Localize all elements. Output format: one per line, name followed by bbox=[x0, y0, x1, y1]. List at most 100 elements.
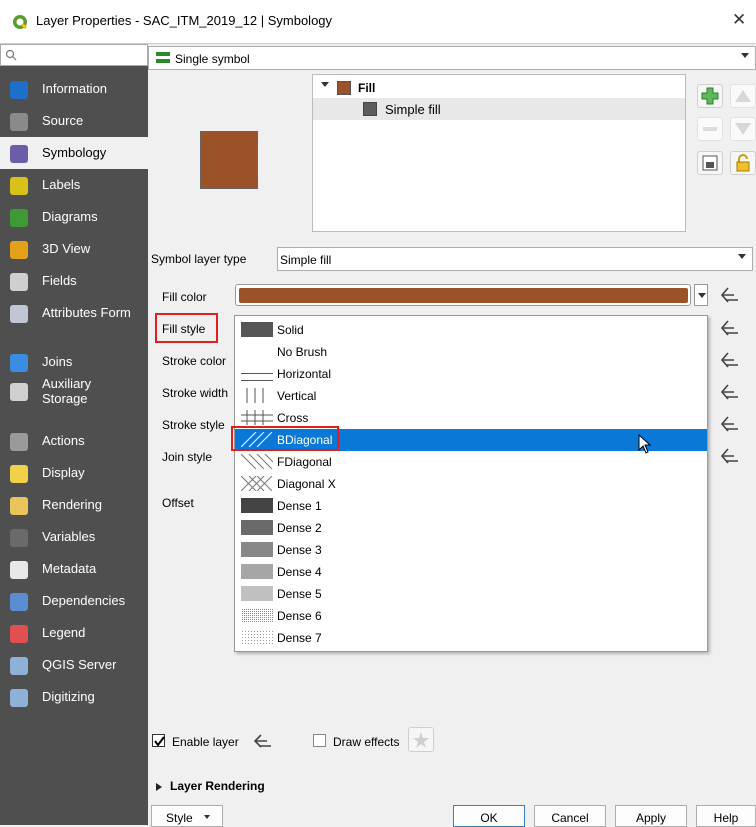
fill-style-option[interactable]: Dense 1 bbox=[235, 495, 707, 517]
lock-icon bbox=[736, 154, 750, 172]
fill-style-option[interactable]: Dense 7 bbox=[235, 627, 707, 649]
symbol-layer-type-combo[interactable]: Simple fill bbox=[277, 247, 753, 271]
data-defined-icon bbox=[720, 416, 738, 432]
data-defined-override-button[interactable] bbox=[716, 381, 742, 403]
data-defined-override-button[interactable] bbox=[716, 349, 742, 371]
close-button[interactable]: ✕ bbox=[732, 10, 746, 30]
auxiliary-storage-icon bbox=[10, 383, 28, 401]
sidebar-search-input[interactable] bbox=[0, 44, 148, 66]
fill-style-option[interactable]: Solid bbox=[235, 319, 707, 341]
fill-style-option[interactable]: Diagonal X bbox=[235, 473, 707, 495]
ok-button[interactable]: OK bbox=[453, 805, 525, 827]
tree-item-fill[interactable]: Fill bbox=[313, 78, 685, 98]
fill-style-option[interactable]: Dense 6 bbox=[235, 605, 707, 627]
fill-style-option[interactable]: Horizontal bbox=[235, 363, 707, 385]
fill-style-option[interactable]: Dense 4 bbox=[235, 561, 707, 583]
tree-item-simple-fill[interactable]: Simple fill bbox=[313, 98, 685, 120]
remove-symbol-layer-button[interactable] bbox=[697, 117, 723, 141]
data-defined-icon bbox=[720, 384, 738, 400]
renderer-type-combo[interactable]: Single symbol bbox=[148, 46, 756, 70]
fill-style-option[interactable]: Vertical bbox=[235, 385, 707, 407]
style-menu-button[interactable]: Style bbox=[151, 805, 223, 827]
apply-button[interactable]: Apply bbox=[615, 805, 687, 827]
sidebar-item-label: Diagrams bbox=[42, 209, 98, 224]
data-defined-override-button[interactable] bbox=[716, 413, 742, 435]
duplicate-layer-button[interactable] bbox=[697, 151, 723, 175]
tree-fill-label: Fill bbox=[358, 81, 376, 95]
layer-rendering-label[interactable]: Layer Rendering bbox=[170, 779, 265, 793]
source-icon bbox=[10, 113, 28, 131]
data-defined-icon bbox=[720, 448, 738, 464]
sidebar-item-attributes-form[interactable]: Attributes Form bbox=[0, 297, 148, 329]
sidebar-item-metadata[interactable]: Metadata bbox=[0, 553, 148, 585]
fill-style-option-label: Dense 6 bbox=[277, 609, 322, 623]
sidebar-item-digitizing[interactable]: Digitizing bbox=[0, 681, 148, 713]
sidebar-item-auxiliary-storage[interactable]: Auxiliary Storage bbox=[0, 375, 148, 407]
fill-style-highlight bbox=[155, 313, 218, 343]
draw-effects-checkbox[interactable] bbox=[313, 734, 326, 747]
sidebar-item-qgis-server[interactable]: QGIS Server bbox=[0, 649, 148, 681]
sidebar-item-dependencies[interactable]: Dependencies bbox=[0, 585, 148, 617]
fill-style-option-label: Vertical bbox=[277, 389, 317, 403]
sidebar-item-labels[interactable]: Labels bbox=[0, 169, 148, 201]
fill-style-option-label: Dense 4 bbox=[277, 565, 322, 579]
search-icon bbox=[5, 49, 17, 61]
fill-style-option[interactable]: No Brush bbox=[235, 341, 707, 363]
sidebar-item-display[interactable]: Display bbox=[0, 457, 148, 489]
fill-style-option[interactable]: FDiagonal bbox=[235, 451, 707, 473]
sidebar-item-legend[interactable]: Legend bbox=[0, 617, 148, 649]
fill-style-option[interactable]: Dense 2 bbox=[235, 517, 707, 539]
sidebar-item-fields[interactable]: Fields bbox=[0, 265, 148, 297]
data-defined-override-button[interactable] bbox=[716, 445, 742, 467]
apply-button-label: Apply bbox=[635, 811, 667, 825]
sidebar-item-label: Rendering bbox=[42, 497, 102, 512]
help-button[interactable]: Help bbox=[696, 805, 756, 827]
move-up-button[interactable] bbox=[730, 84, 756, 108]
sidebar-item-variables[interactable]: Variables bbox=[0, 521, 148, 553]
sidebar-item-label: Fields bbox=[42, 273, 77, 288]
fill-style-option[interactable]: Dense 5 bbox=[235, 583, 707, 605]
sidebar-item-rendering[interactable]: Rendering bbox=[0, 489, 148, 521]
arrow-up-icon bbox=[735, 90, 751, 102]
fill-style-option-label: Dense 5 bbox=[277, 587, 322, 601]
sidebar-item-label: Display bbox=[42, 465, 85, 480]
fill-style-option[interactable]: Dense 3 bbox=[235, 539, 707, 561]
duplicate-icon bbox=[702, 155, 718, 171]
effects-customize-button[interactable] bbox=[408, 727, 434, 752]
joins-icon bbox=[10, 354, 28, 372]
style-button-label: Style bbox=[166, 811, 193, 825]
dense4-pattern-icon bbox=[241, 564, 273, 579]
lock-layer-button[interactable] bbox=[730, 151, 756, 175]
enable-layer-data-defined-button[interactable] bbox=[249, 731, 275, 751]
sidebar-item-label: Actions bbox=[42, 433, 85, 448]
fill-color-menu-button[interactable] bbox=[694, 284, 708, 306]
add-symbol-layer-button[interactable] bbox=[697, 84, 723, 108]
sidebar-item-actions[interactable]: Actions bbox=[0, 425, 148, 457]
sidebar-item-3d-view[interactable]: 3D View bbox=[0, 233, 148, 265]
fill-style-dropdown-list[interactable]: Solid No Brush Horizontal Vertical Cross BDia… bbox=[234, 315, 708, 652]
digitizing-icon bbox=[10, 689, 28, 707]
expand-arrow-icon[interactable] bbox=[156, 783, 162, 791]
simple-fill-swatch-icon bbox=[363, 102, 377, 116]
fill-style-option-label: Dense 3 bbox=[277, 543, 322, 557]
sidebar-item-symbology[interactable]: Symbology bbox=[0, 137, 148, 169]
solid-pattern-icon bbox=[241, 322, 273, 337]
enable-layer-checkbox[interactable] bbox=[152, 734, 165, 747]
legend-icon bbox=[10, 625, 28, 643]
data-defined-override-button[interactable] bbox=[716, 284, 742, 306]
sidebar-item-information[interactable]: Information bbox=[0, 73, 148, 105]
variables-icon bbox=[10, 529, 28, 547]
ok-button-label: OK bbox=[480, 811, 498, 825]
cancel-button[interactable]: Cancel bbox=[534, 805, 606, 827]
fill-swatch-icon bbox=[337, 81, 351, 95]
data-defined-override-button[interactable] bbox=[716, 317, 742, 339]
3d-view-icon bbox=[10, 241, 28, 259]
sidebar-item-label-line: Auxiliary bbox=[42, 376, 92, 391]
sidebar-item-joins[interactable]: Joins bbox=[0, 346, 148, 378]
sidebar-item-diagrams[interactable]: Diagrams bbox=[0, 201, 148, 233]
fill-color-button[interactable] bbox=[235, 284, 691, 306]
metadata-icon bbox=[10, 561, 28, 579]
expand-arrow-icon[interactable] bbox=[321, 82, 329, 87]
move-down-button[interactable] bbox=[730, 117, 756, 141]
sidebar-item-source[interactable]: Source bbox=[0, 105, 148, 137]
